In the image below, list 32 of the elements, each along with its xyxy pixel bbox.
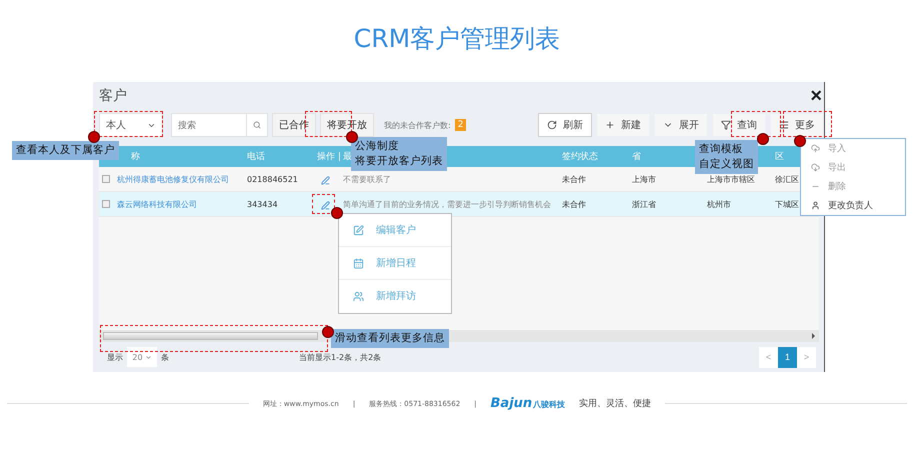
table-cell: 未合作 [562,174,586,184]
column-header: 省 [632,150,641,163]
unit-label: 条 [161,352,169,362]
slogan-text: 实用、灵活、便捷 [579,398,652,410]
page-title: CRM客户管理列表 [354,23,560,55]
table-cell: 0218846521 [247,174,298,184]
table-cell: 浙江省 [632,198,656,210]
count-label: 我的未合作客户数: [384,120,451,130]
table-cell: 不需要联系了 [343,174,391,184]
show-label: 显示 [107,352,123,362]
table-cell: 下城区 [775,198,799,210]
column-header: 最 [343,150,352,163]
annotation-tooltip: 查看本人及下属客户 [12,141,119,160]
company-logo: Bajun八骏科技 [490,396,566,411]
dialog-title: 客户 [99,87,127,105]
column-header: 签约状态 [562,150,598,163]
table-cell: 徐汇区 [775,174,799,184]
column-header: 操作 | [317,150,341,163]
count-badge: 2 [454,119,466,131]
table-cell: 上海市 [632,174,656,184]
table-cell: 未合作 [562,198,586,210]
column-header: 称 [131,150,140,163]
table-cell: 上海市市辖区 [707,174,755,184]
page-summary: 当前显示1-2条，共2条 [299,352,382,362]
column-header: 区 [775,151,784,163]
table-cell: 简单沟通了目前的业务情况，需要进一步引导判断销售机会 [343,198,551,210]
annotation-tooltip: 滑动查看列表更多信息 [331,329,449,348]
table-cell: 杭州市 [707,198,731,210]
table-cell: 343434 [247,200,278,208]
annotation-tooltip: 查询模板 自定义视图 [695,140,758,174]
annotation-tooltip: 公海制度 将要开放客户列表 [351,137,447,171]
column-header: 电话 [247,150,265,163]
